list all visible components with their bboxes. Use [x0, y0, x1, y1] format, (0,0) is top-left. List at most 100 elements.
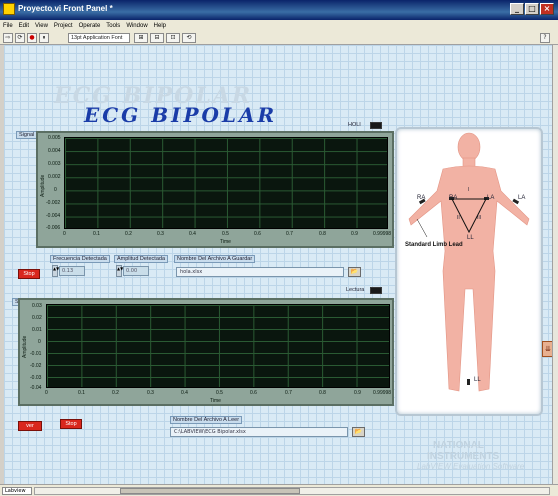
x-tick: 0.2 — [112, 390, 119, 396]
abort-icon[interactable]: ● — [27, 33, 37, 43]
align-icon[interactable]: ⊞ — [134, 33, 148, 43]
read-file-label: Nombre Del Archivo A Leer — [170, 416, 243, 424]
font-selector[interactable]: 13pt Application Font — [68, 33, 130, 43]
amp-label: Amplitud Detectada — [114, 255, 168, 263]
menu-view[interactable]: View — [35, 23, 48, 29]
y-tick: -0.006 — [46, 225, 61, 231]
y-tick: 0.002 — [48, 174, 61, 180]
stop-button[interactable]: Stop — [18, 269, 40, 279]
la-inner-label: LA — [487, 195, 495, 201]
y-tick: -0.03 — [30, 375, 42, 381]
x-tick: 0.7 — [286, 231, 293, 237]
holi-indicator — [370, 122, 382, 129]
freq-spin-icon[interactable]: ▲▼ — [52, 265, 59, 277]
x-tick: 0.3 — [157, 231, 164, 237]
run-arrow-icon[interactable]: ⇨ — [3, 33, 13, 43]
help-icon[interactable]: ? — [540, 33, 550, 43]
window-title: Proyecto.vi Front Panel * — [18, 4, 113, 13]
menu-bar: File Edit View Project Operate Tools Win… — [0, 20, 558, 31]
page-title: ECG BIPOLAR — [84, 103, 278, 127]
scroll-thumb[interactable] — [120, 488, 300, 494]
x-tick: 0.8 — [319, 390, 326, 396]
ra-inner-label: RA — [449, 195, 458, 201]
distribute-icon[interactable]: ⊟ — [150, 33, 164, 43]
signal-plot-area — [64, 137, 388, 229]
status-bar: Labview — [0, 484, 558, 496]
vertical-scrollbar[interactable] — [552, 45, 558, 484]
signal-graph[interactable]: Amplitude 0.005 0.004 0.003 0.002 0 -0.0… — [36, 131, 394, 248]
lectura-indicator — [370, 287, 382, 294]
lead-i-label: I — [468, 187, 470, 193]
title-bar[interactable]: Proyecto.vi Front Panel * _ □ × — [0, 0, 558, 20]
amp-control[interactable]: ▲▼ 0.00 — [116, 265, 149, 277]
graph2-indicator-label: Lectura — [346, 287, 365, 293]
x-tick: 0.5 — [222, 231, 229, 237]
menu-project[interactable]: Project — [54, 23, 73, 29]
y-tick: 0.01 — [32, 327, 42, 333]
y-tick: -0.004 — [46, 213, 61, 219]
y-tick: 0.003 — [48, 161, 61, 167]
reorder-icon[interactable]: ⟲ — [182, 33, 196, 43]
y-tick: 0.005 — [48, 135, 61, 141]
browse-folder-icon[interactable]: 📂 — [348, 267, 361, 277]
menu-file[interactable]: File — [3, 23, 13, 29]
ni-brand-line1: NATIONAL — [433, 440, 484, 451]
freq-label: Frecuencia Detectada — [50, 255, 110, 263]
einthoven-figure: RA RA LA LA I II III LL LL Standard Limb… — [395, 127, 543, 416]
x-tick: 0.99998 — [373, 231, 392, 237]
x-tick: 0.5 — [216, 390, 223, 396]
save-file-path-input[interactable]: hola.xlsx — [176, 267, 344, 277]
menu-operate[interactable]: Operate — [79, 23, 101, 29]
x-tick: 0.9 — [354, 390, 361, 396]
ni-brand-line2: INSTRUMENTS — [427, 451, 500, 462]
y-tick: 0 — [54, 187, 57, 193]
run-continuously-icon[interactable]: ⟳ — [15, 33, 25, 43]
browse-read-icon[interactable]: 📂 — [352, 427, 365, 437]
y-tick: -0.002 — [46, 200, 61, 206]
y-tick: -0.04 — [30, 385, 42, 391]
x-tick: 0 — [45, 390, 48, 396]
x-tick: 0.6 — [254, 231, 261, 237]
x-tick: 0.3 — [147, 390, 154, 396]
labview-app-icon — [3, 3, 15, 15]
lead-ii-label: II — [457, 215, 460, 221]
y-tick: 0.02 — [32, 315, 42, 321]
status-context: Labview — [2, 487, 32, 495]
la-outer-label: LA — [518, 195, 526, 201]
signal2-plot-area — [46, 304, 390, 388]
ni-logo: NATIONAL INSTRUMENTS LabVIEW Evaluation … — [409, 440, 524, 471]
stop2-button[interactable]: Stop — [60, 419, 82, 429]
standard-limb-lead-label: Standard Limb Lead — [405, 242, 463, 248]
pause-icon[interactable]: ⏸ — [39, 33, 49, 43]
resize-icon[interactable]: ⊡ — [166, 33, 180, 43]
ver-button[interactable]: ver — [18, 421, 42, 431]
minimize-button[interactable]: _ — [510, 3, 524, 15]
maximize-button[interactable]: □ — [525, 3, 539, 15]
y-tick: 0 — [38, 339, 41, 345]
menu-help[interactable]: Help — [154, 23, 166, 29]
freq-value[interactable]: 0.13 — [59, 266, 85, 276]
menu-window[interactable]: Window — [126, 23, 147, 29]
menu-edit[interactable]: Edit — [19, 23, 29, 29]
x-tick: 0 — [63, 231, 66, 237]
ni-brand-line3: LabVIEW Evaluation Software — [417, 462, 525, 471]
amp-spin-icon[interactable]: ▲▼ — [116, 265, 123, 277]
x-tick: 0.7 — [285, 390, 292, 396]
x-tick: 0.1 — [78, 390, 85, 396]
graph1-indicator-label: HOLI — [348, 122, 361, 128]
y-tick: 0.03 — [32, 303, 42, 309]
read-file-path-input[interactable]: C:\LABVIEW\ECG Bipolar.xlsx — [170, 427, 348, 437]
x-tick: 0.99998 — [373, 390, 392, 396]
horizontal-scrollbar[interactable] — [34, 487, 550, 495]
graph1-y-title: Amplitude — [40, 174, 46, 197]
x-tick: 0.4 — [181, 390, 188, 396]
amp-value[interactable]: 0.00 — [123, 266, 149, 276]
close-button[interactable]: × — [540, 3, 554, 15]
x-tick: 0.8 — [319, 231, 326, 237]
y-tick: 0.004 — [48, 148, 61, 154]
signal2-graph[interactable]: Amplitude 0.03 0.02 0.01 0 -0.01 -0.02 -… — [18, 298, 394, 406]
menu-tools[interactable]: Tools — [106, 23, 120, 29]
freq-control[interactable]: ▲▼ 0.13 — [52, 265, 85, 277]
ll-inner-label: LL — [467, 235, 474, 241]
graph1-label: Signal — [16, 131, 38, 139]
